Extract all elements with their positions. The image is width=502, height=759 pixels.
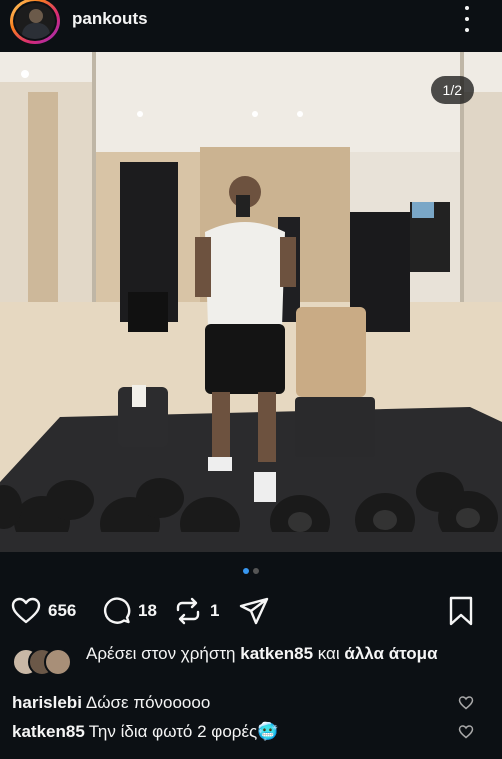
post-username[interactable]: pankouts [72, 9, 148, 29]
action-bar: 656 18 1 [0, 590, 502, 630]
post-header: pankouts [0, 0, 502, 52]
comment-like-icon[interactable] [458, 724, 474, 740]
likes-count[interactable]: 656 [48, 601, 76, 621]
comment-username[interactable]: harislebi [12, 693, 82, 712]
gym-mirror-selfie-photo [0, 52, 502, 552]
liker-avatar [44, 648, 72, 676]
liker-avatars [12, 648, 82, 676]
more-options-icon[interactable] [460, 6, 474, 32]
repost-icon [176, 597, 200, 625]
carousel-dot [253, 568, 259, 574]
carousel-dot-active [243, 568, 249, 574]
comment-row: harislebi Δώσε πόνοοοοο [12, 693, 492, 713]
comment-icon [103, 597, 131, 624]
comment-text: Δώσε πόνοοοοο [85, 693, 211, 712]
likes-prefix: Αρέσει στον χρήστη [86, 644, 236, 663]
like-button[interactable]: 656 [10, 595, 76, 627]
post-image[interactable]: 1/2 [0, 52, 502, 552]
liked-by-user[interactable]: katken85 [240, 644, 313, 663]
repost-button[interactable]: 1 [172, 595, 219, 627]
carousel-indicator [0, 568, 502, 574]
avatar-image [13, 1, 57, 41]
likes-others-link[interactable]: άλλα άτομα [344, 644, 437, 663]
bookmark-icon [449, 596, 473, 626]
comment-button[interactable]: 18 [100, 595, 157, 627]
comment-like-icon[interactable] [458, 695, 474, 711]
comment-row: katken85 Την ίδια φωτό 2 φορές🥶 [12, 722, 492, 742]
comments-count[interactable]: 18 [138, 601, 157, 621]
send-icon [239, 597, 269, 625]
comment-username[interactable]: katken85 [12, 722, 85, 741]
heart-icon [11, 597, 41, 624]
likes-summary-text: Αρέσει στον χρήστη katken85 και άλλα άτο… [86, 642, 466, 666]
save-button[interactable] [446, 595, 476, 632]
comment-text: Την ίδια φωτό 2 φορές🥶 [88, 722, 279, 741]
image-counter: 1/2 [430, 76, 474, 104]
avatar[interactable] [10, 0, 60, 44]
likes-middle: και [317, 644, 340, 663]
share-button[interactable] [238, 595, 270, 627]
reposts-count[interactable]: 1 [210, 601, 219, 621]
